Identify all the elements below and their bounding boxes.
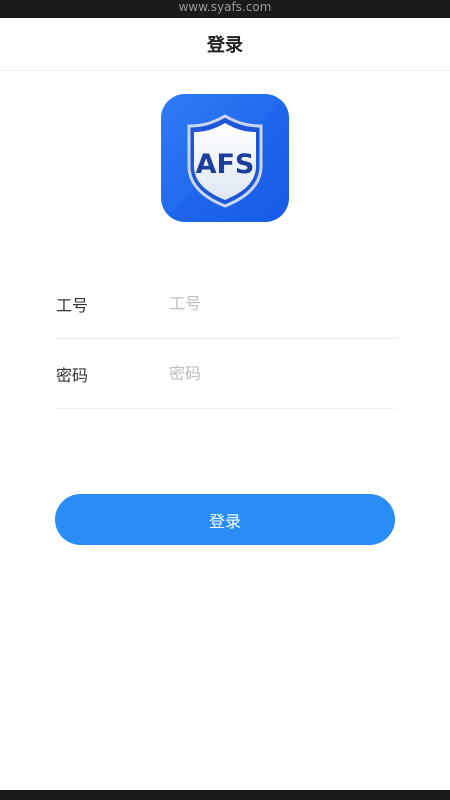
employee-id-input[interactable]: [169, 294, 398, 313]
password-label: 密码: [56, 365, 89, 385]
status-bar: www.syafs.com: [0, 0, 450, 18]
page-title: 登录: [207, 35, 243, 56]
shield-icon: AFS: [161, 94, 289, 222]
employee-id-row: 工号: [56, 269, 398, 339]
status-url: www.syafs.com: [178, 0, 272, 14]
password-row: 密码: [56, 339, 394, 409]
nav-bar: 登录: [0, 18, 450, 71]
password-input[interactable]: [169, 364, 394, 383]
bottom-bar: [0, 790, 450, 800]
employee-id-label: 工号: [56, 295, 89, 315]
login-button[interactable]: 登录: [55, 494, 395, 545]
app-logo: AFS: [161, 94, 289, 222]
logo-text: AFS: [196, 149, 255, 180]
